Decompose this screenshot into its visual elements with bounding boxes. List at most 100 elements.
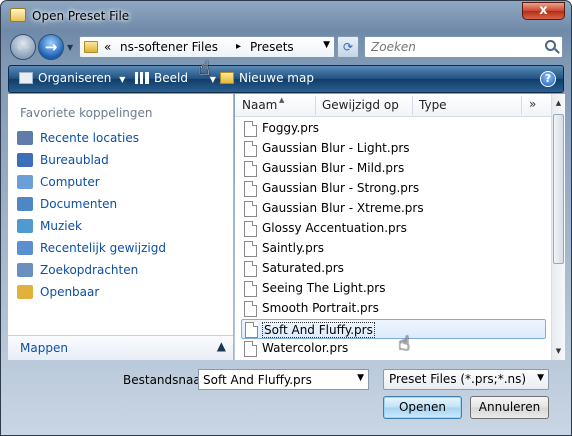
file-item[interactable]: Gaussian Blur - Mild.prs [241,159,546,179]
file-item[interactable]: Seeing The Light.prs [241,279,546,299]
file-name: Smooth Portrait.prs [262,301,379,315]
file-item[interactable]: Gaussian Blur - Light.prs [241,139,546,159]
file-icon [244,161,257,177]
documents-icon [17,197,33,211]
organize-label: Organiseren [38,71,112,85]
organize-button[interactable]: Organiseren ▼ [19,71,125,89]
window-title: Open Preset File [32,9,130,23]
file-name: Glossy Accentuation.prs [262,221,407,235]
column-type[interactable]: Type [419,98,447,114]
history-dropdown-icon[interactable]: ▼ [67,43,73,52]
filetype-select[interactable]: Preset Files (*.prs;*.ns) ▼ [383,369,549,390]
sidebar-item-computer[interactable]: Computer [15,172,230,194]
title-bar[interactable]: Open Preset File x [1,1,571,31]
file-icon [244,281,257,297]
open-preset-dialog: Open Preset File x ← → ▼ « ns-softener F… [0,0,572,436]
column-modified[interactable]: Gewijzigd op [322,98,399,114]
file-name: Foggy.prs [262,121,320,135]
forward-button[interactable]: → [38,34,64,60]
sidebar-item-documents[interactable]: Documenten [15,194,230,216]
recently-changed-icon [17,241,33,255]
breadcrumb-ns-softener-files[interactable]: ns-softener Files [120,40,218,54]
breadcrumb-separator-icon[interactable]: ▸ [236,41,241,52]
filetype-value: Preset Files (*.prs;*.ns) [389,372,527,386]
file-list: Foggy.prs Gaussian Blur - Light.prs Gaus… [241,119,546,359]
close-button[interactable]: x [522,2,565,20]
column-header: Naam ▲ Gewijzigd op Type » [235,94,551,117]
file-item-selected[interactable]: Soft And Fluffy.prs [241,319,546,339]
favorites-list: Recente locaties Bureaublad Computer Doc… [15,128,230,304]
file-icon [244,201,257,217]
sidebar-item-label: Documenten [40,197,118,211]
sidebar-item-label: Bureaublad [40,153,109,167]
command-toolbar: Organiseren ▼ Beeld ▼ Nieuwe map ? [8,65,564,93]
file-icon [244,301,257,317]
sidebar-item-music[interactable]: Muziek [15,216,230,238]
search-input[interactable] [371,39,536,55]
refresh-button[interactable]: ⟳ [337,36,359,58]
public-folder-icon [17,285,33,299]
breadcrumb-presets[interactable]: Presets [250,40,294,54]
file-item[interactable]: Saintly.prs [241,239,546,259]
address-dropdown-icon[interactable]: ▼ [323,40,330,50]
file-item[interactable]: Foggy.prs [241,119,546,139]
file-item[interactable]: Gaussian Blur - Strong.prs [241,179,546,199]
search-icon[interactable] [545,40,556,51]
view-label: Beeld [154,71,188,85]
scroll-down-icon[interactable]: ▼ [552,344,565,358]
open-button[interactable]: Openen [383,396,462,419]
view-button[interactable]: Beeld ▼ [135,71,216,89]
organize-icon [19,72,33,84]
chevron-up-icon: ▲ [216,339,226,353]
column-name-label: Naam [242,98,278,112]
dialog-footer: Bestandsnaam: ▼ Preset Files (*.prs;*.ns… [1,361,571,435]
new-folder-button[interactable]: Nieuwe map [220,71,314,89]
vertical-scrollbar[interactable]: ▲ ▼ [551,94,565,360]
file-item[interactable]: Watercolor.prs [241,339,546,359]
scroll-thumb[interactable] [553,114,564,264]
file-item[interactable]: Saturated.prs [241,259,546,279]
file-name: Gaussian Blur - Light.prs [262,141,410,155]
sidebar-item-label: Recente locaties [40,131,139,145]
sidebar-item-desktop[interactable]: Bureaublad [15,150,230,172]
file-icon [244,261,257,277]
file-icon [244,241,257,257]
address-bar[interactable]: « ns-softener Files ▸ Presets ▼ [79,36,335,58]
new-folder-icon [220,72,234,84]
file-icon [245,322,258,338]
app-icon [10,8,26,22]
sidebar-item-label: Muziek [40,219,82,233]
back-button[interactable]: ← [10,34,36,60]
sidebar-item-searches[interactable]: Zoekopdrachten [15,260,230,282]
breadcrumb-overflow[interactable]: « [104,40,111,54]
column-separator[interactable] [521,96,522,115]
sidebar-item-label: Computer [40,175,100,189]
column-separator[interactable] [315,96,316,115]
chevron-down-icon: ▼ [537,373,544,383]
help-button[interactable]: ? [540,71,556,87]
sidebar-item-recently-changed[interactable]: Recentelijk gewijzigd [15,238,230,260]
scroll-up-icon[interactable]: ▲ [552,96,565,110]
file-item[interactable]: Smooth Portrait.prs [241,299,546,319]
sidebar-item-recent-places[interactable]: Recente locaties [15,128,230,150]
sidebar-item-public[interactable]: Openbaar [15,282,230,304]
chevron-down-icon[interactable]: ▼ [357,373,364,383]
more-columns-icon[interactable]: » [529,97,536,111]
sort-ascending-icon: ▲ [279,96,285,104]
filename-input[interactable] [203,372,343,387]
column-separator[interactable] [412,96,413,115]
favorites-header: Favoriete koppelingen [20,106,153,120]
file-name: Gaussian Blur - Xtreme.prs [262,201,424,215]
recent-places-icon [17,131,33,145]
file-item[interactable]: Gaussian Blur - Xtreme.prs [241,199,546,219]
file-icon [244,341,257,357]
search-box[interactable] [364,36,563,58]
column-name[interactable]: Naam ▲ [242,96,284,114]
sidebar-item-label: Openbaar [40,285,100,299]
refresh-icon: ⟳ [342,40,354,54]
file-item[interactable]: Glossy Accentuation.prs [241,219,546,239]
folders-toggle[interactable]: Mappen ▲ [8,335,233,360]
filename-combo[interactable]: ▼ [198,369,369,390]
chevron-down-icon: ▼ [119,75,126,84]
cancel-button[interactable]: Annuleren [470,396,549,419]
